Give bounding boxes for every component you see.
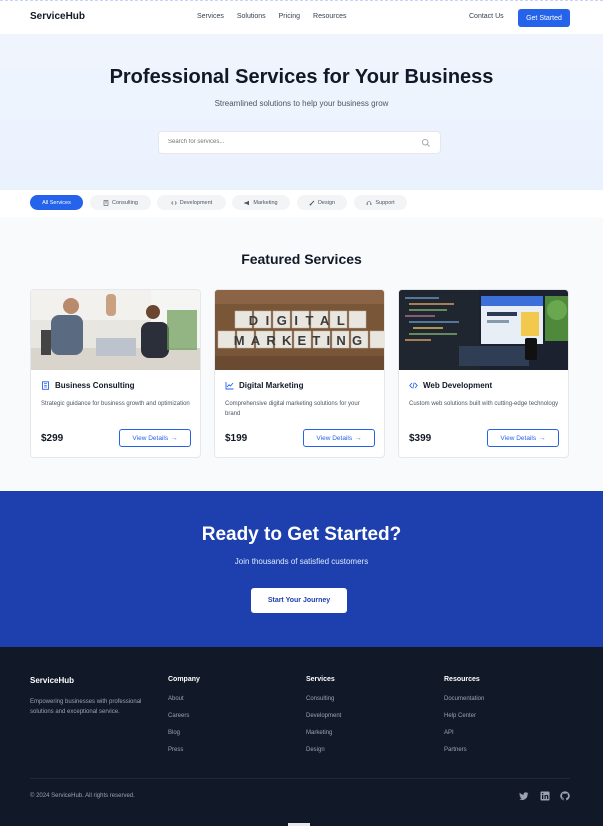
view-details-button[interactable]: View Details → <box>487 429 559 447</box>
card-description: Strategic guidance for business growth a… <box>41 401 190 407</box>
building-icon <box>103 199 109 206</box>
service-card-webdev: Web Development Custom web solutions bui… <box>398 289 569 458</box>
card-title: Web Development <box>423 381 493 390</box>
view-details-button[interactable]: View Details → <box>303 429 375 447</box>
marketing-photo: DIGITAL MARKETING <box>215 290 384 370</box>
footer-divider <box>30 778 570 779</box>
footer-link-help-center[interactable]: Help Center <box>444 713 484 730</box>
megaphone-icon <box>244 200 250 205</box>
footer-link-blog[interactable]: Blog <box>168 730 200 747</box>
nav-links: Services Solutions Pricing Resources <box>197 13 347 20</box>
category-chip-marketing[interactable]: Marketing <box>232 195 290 210</box>
image-text-digital: DIGITAL <box>249 313 353 328</box>
card-description: Comprehensive digital marketing solution… <box>225 401 360 417</box>
card-price: $299 <box>41 433 64 444</box>
chart-line-icon <box>225 382 234 390</box>
card-title: Digital Marketing <box>239 381 304 390</box>
nav-link-pricing[interactable]: Pricing <box>279 13 300 20</box>
arrow-right-icon: → <box>539 434 546 442</box>
brush-icon <box>309 200 315 205</box>
top-nav: ServiceHub Services Solutions Pricing Re… <box>0 0 603 34</box>
linkedin-icon[interactable] <box>540 791 550 801</box>
twitter-icon[interactable] <box>519 791 529 801</box>
headset-icon <box>367 200 372 205</box>
github-icon[interactable] <box>560 791 570 801</box>
category-bar: All Services Consulting Development Mark… <box>0 190 603 217</box>
search-icon[interactable] <box>421 138 431 148</box>
footer-link-development[interactable]: Development <box>306 713 341 730</box>
start-journey-button[interactable]: Start Your Journey <box>251 588 347 613</box>
brand-logo[interactable]: ServiceHub <box>30 11 85 22</box>
nav-link-services[interactable]: Services <box>197 13 224 20</box>
cta-section: Ready to Get Started? Join thousands of … <box>0 491 603 647</box>
cta-subtitle: Join thousands of satisfied customers <box>234 557 369 566</box>
footer-column-resources: Resources Documentation Help Center API … <box>444 676 484 764</box>
footer-column-company: Company About Careers Blog Press <box>168 676 200 764</box>
footer: ServiceHub Empowering businesses with pr… <box>0 647 603 826</box>
service-card-consulting: Business Consulting Strategic guidance f… <box>30 289 201 458</box>
card-title: Business Consulting <box>55 381 135 390</box>
footer-brand: ServiceHub <box>30 676 75 685</box>
card-description: Custom web solutions built with cutting-… <box>409 401 559 407</box>
footer-link-design[interactable]: Design <box>306 747 341 764</box>
building-icon <box>42 381 49 390</box>
category-label: Development <box>179 199 213 206</box>
get-started-button[interactable]: Get Started <box>518 9 570 27</box>
category-label: Consulting <box>112 199 138 206</box>
category-label: All Services <box>42 199 71 206</box>
category-chip-development[interactable]: Development <box>157 195 226 210</box>
footer-link-documentation[interactable]: Documentation <box>444 696 484 713</box>
card-price: $199 <box>225 433 248 444</box>
view-details-button[interactable]: View Details → <box>119 429 191 447</box>
hero-subtitle: Streamlined solutions to help your busin… <box>214 99 389 108</box>
code-icon <box>409 382 418 389</box>
footer-link-consulting[interactable]: Consulting <box>306 696 341 713</box>
footer-link-press[interactable]: Press <box>168 747 200 764</box>
footer-column-title: Services <box>306 676 335 683</box>
webdev-photo <box>399 290 568 370</box>
hero-section: Professional Services for Your Business … <box>0 34 603 190</box>
nav-link-solutions[interactable]: Solutions <box>237 13 266 20</box>
footer-link-marketing[interactable]: Marketing <box>306 730 341 747</box>
hero-title: Professional Services for Your Business <box>109 66 494 88</box>
category-chip-consulting[interactable]: Consulting <box>90 195 151 210</box>
footer-column-services: Services Consulting Development Marketin… <box>306 676 341 764</box>
button-label: View Details <box>500 434 537 442</box>
arrow-right-icon: → <box>171 434 178 442</box>
card-heading: Digital Marketing <box>225 381 303 390</box>
consulting-photo <box>31 290 200 370</box>
copyright-text: © 2024 ServiceHub. All rights reserved. <box>30 793 135 799</box>
search-input[interactable] <box>168 139 408 145</box>
image-text-marketing: MARKETING <box>234 333 369 348</box>
button-label: View Details <box>132 434 169 442</box>
category-label: Design <box>317 199 336 206</box>
button-label: View Details <box>316 434 353 442</box>
footer-link-about[interactable]: About <box>168 696 200 713</box>
code-icon <box>170 200 177 205</box>
category-label: Support <box>375 199 395 206</box>
footer-link-partners[interactable]: Partners <box>444 747 484 764</box>
arrow-right-icon: → <box>355 434 362 442</box>
featured-title: Featured Services <box>241 251 362 267</box>
card-heading: Web Development <box>409 381 492 390</box>
footer-description: Empowering businesses with professional … <box>30 699 142 715</box>
footer-column-title: Company <box>168 676 200 683</box>
category-label: Marketing <box>253 199 278 206</box>
card-heading: Business Consulting <box>41 381 135 390</box>
search-box <box>158 131 441 154</box>
cta-title: Ready to Get Started? <box>201 524 402 545</box>
category-chip-all[interactable]: All Services <box>30 195 83 210</box>
footer-column-title: Resources <box>444 676 480 683</box>
footer-link-api[interactable]: API <box>444 730 484 747</box>
footer-link-careers[interactable]: Careers <box>168 713 200 730</box>
category-chip-design[interactable]: Design <box>297 195 347 210</box>
service-card-marketing: DIGITAL MARKETING Digital Marketing Comp… <box>214 289 385 458</box>
nav-link-resources[interactable]: Resources <box>313 13 346 20</box>
contact-link[interactable]: Contact Us <box>469 13 504 20</box>
card-price: $399 <box>409 433 432 444</box>
page: ServiceHub Services Solutions Pricing Re… <box>0 0 603 826</box>
scrollbar[interactable] <box>603 0 607 826</box>
category-chip-support[interactable]: Support <box>354 195 407 210</box>
